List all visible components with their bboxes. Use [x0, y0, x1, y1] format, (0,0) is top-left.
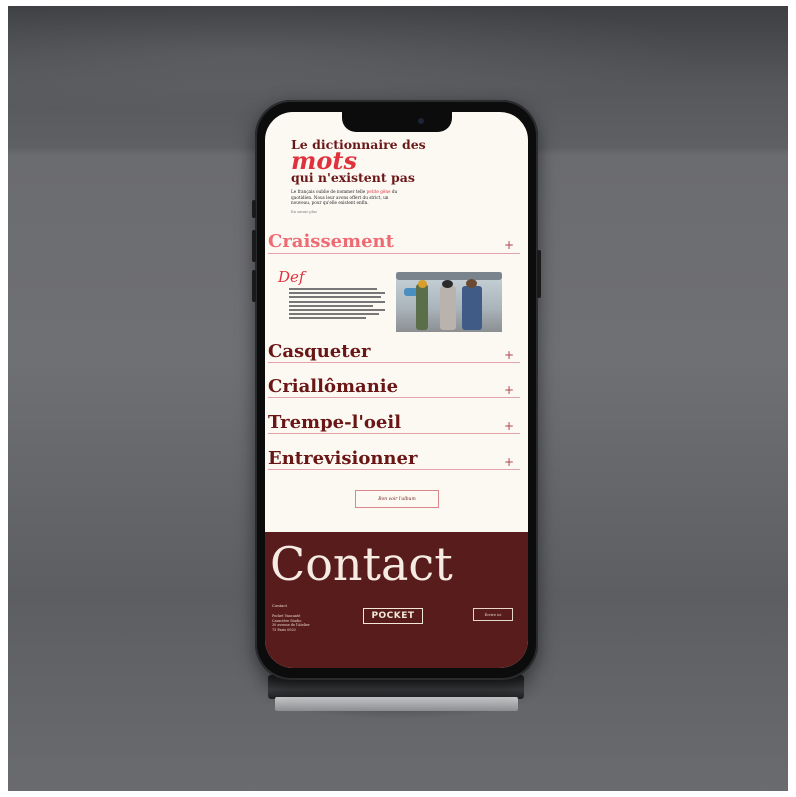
phone-screen: Le dictionnaire des mots qui n'existent …	[265, 112, 528, 668]
contact-address: Pocket Vancanté Caractère Studio 30 aven…	[272, 614, 332, 632]
intro-start: Le français oublie de nommer telle	[291, 189, 366, 194]
definition-text	[289, 288, 385, 322]
volume-up-button	[252, 230, 256, 262]
entry-casqueter[interactable]: Casqueter +	[268, 341, 520, 363]
hero-intro: Le français oublie de nommer telle petit…	[291, 189, 409, 206]
volume-down-button	[252, 270, 256, 302]
definition-photo	[396, 272, 502, 332]
write-us-button[interactable]: Écrire ici	[473, 608, 513, 621]
entry-word: Entrevisionner	[268, 448, 418, 469]
hero-title-line3: qui n'existent pas	[291, 170, 415, 185]
contact-title: Contact	[270, 537, 453, 591]
contact-footer: Contact Contact Pocket Vancanté Caractèr…	[265, 532, 528, 668]
contact-label: Contact	[272, 603, 288, 608]
phone-notch	[342, 112, 452, 132]
plus-icon[interactable]: +	[504, 419, 514, 433]
see-all-button[interactable]: Bon voir l'album	[355, 490, 439, 508]
hero-section: Le dictionnaire des mots qui n'existent …	[291, 138, 491, 214]
entry-divider	[268, 433, 520, 434]
entry-craissement[interactable]: Craissement +	[268, 231, 520, 254]
pocket-logo[interactable]: POCKET	[363, 608, 423, 624]
intro-accent: petite gêne	[366, 189, 391, 194]
entry-entrevisionner[interactable]: Entrevisionner +	[268, 448, 520, 470]
entry-divider	[268, 362, 520, 363]
entry-divider	[268, 253, 520, 254]
entry-word: Trempe-l'oeil	[268, 412, 402, 433]
entry-word: Casqueter	[268, 341, 371, 362]
entry-divider	[268, 469, 520, 470]
plus-icon[interactable]: +	[504, 348, 514, 362]
learn-more-link[interactable]: En savoir plus	[291, 210, 491, 214]
entry-divider	[268, 397, 520, 398]
phone-stand-base	[275, 697, 518, 711]
hero-title-word: mots	[291, 146, 357, 175]
definition-label: Def	[278, 268, 305, 286]
plus-icon[interactable]: +	[504, 383, 514, 397]
front-camera	[418, 118, 424, 124]
plus-icon[interactable]: +	[504, 455, 514, 469]
entry-word: Criallômanie	[268, 376, 399, 397]
power-button	[537, 250, 541, 298]
entry-word: Craissement	[268, 231, 394, 252]
entry-trempe-loeil[interactable]: Trempe-l'oeil +	[268, 412, 520, 434]
mute-switch	[252, 200, 256, 218]
address-line: 75 Paris 0020	[272, 627, 296, 632]
entry-criallomanie[interactable]: Criallômanie +	[268, 376, 520, 398]
plus-icon[interactable]: +	[504, 238, 514, 252]
